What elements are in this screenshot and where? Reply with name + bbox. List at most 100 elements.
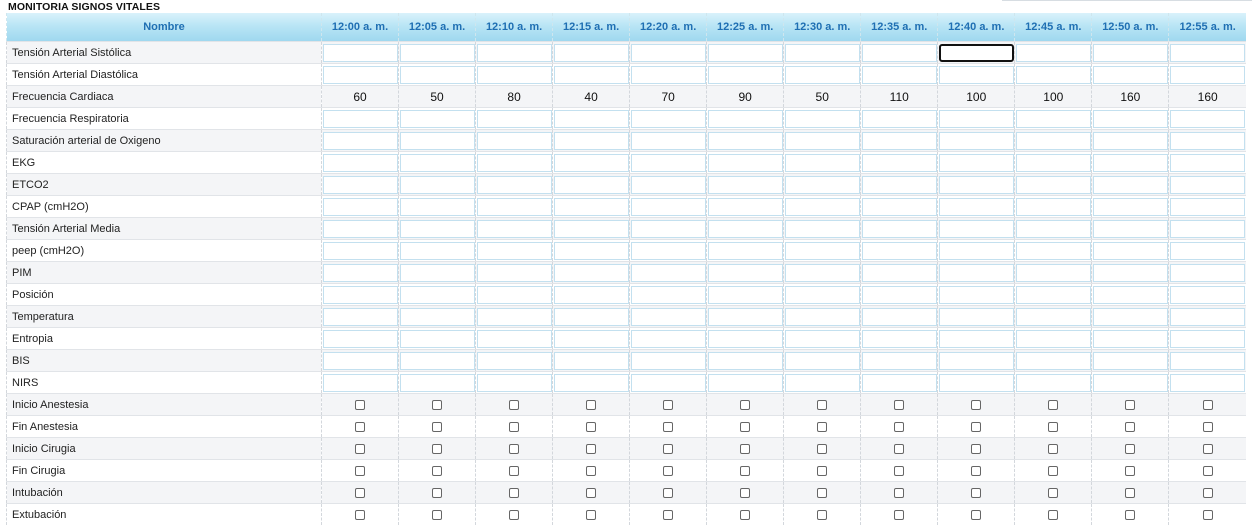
event-checkbox[interactable]: [509, 400, 519, 410]
event-checkbox[interactable]: [509, 510, 519, 520]
vital-input-field[interactable]: [939, 286, 1014, 304]
event-checkbox[interactable]: [663, 400, 673, 410]
event-checkbox[interactable]: [817, 510, 827, 520]
vital-input-field[interactable]: [400, 66, 475, 84]
event-checkbox[interactable]: [740, 488, 750, 498]
vital-input-field[interactable]: [862, 132, 937, 150]
event-checkbox[interactable]: [586, 400, 596, 410]
vital-input-field[interactable]: [1170, 286, 1245, 304]
vital-input-field[interactable]: [785, 66, 860, 84]
event-checkbox[interactable]: [1125, 488, 1135, 498]
event-checkbox[interactable]: [586, 444, 596, 454]
event-checkbox[interactable]: [1048, 510, 1058, 520]
vital-input-field[interactable]: [554, 198, 629, 216]
event-checkbox[interactable]: [1125, 466, 1135, 476]
vital-input-field[interactable]: [1170, 220, 1245, 238]
vital-input-field[interactable]: [1170, 242, 1245, 260]
vital-input-field[interactable]: [939, 110, 1014, 128]
vital-input-field[interactable]: [554, 242, 629, 260]
event-checkbox[interactable]: [1048, 444, 1058, 454]
vital-input-field[interactable]: [939, 44, 1014, 62]
event-checkbox[interactable]: [894, 400, 904, 410]
vital-input-field[interactable]: [862, 242, 937, 260]
vital-value[interactable]: 80: [476, 90, 552, 104]
vital-input-field[interactable]: [1016, 330, 1091, 348]
vital-input-field[interactable]: [631, 352, 706, 370]
vital-input-field[interactable]: [1093, 66, 1168, 84]
vital-input-field[interactable]: [862, 264, 937, 282]
event-checkbox[interactable]: [1203, 444, 1213, 454]
vital-input-field[interactable]: [1016, 242, 1091, 260]
vital-input-field[interactable]: [785, 110, 860, 128]
event-checkbox[interactable]: [663, 422, 673, 432]
vital-value[interactable]: 60: [322, 90, 398, 104]
vital-input-field[interactable]: [400, 330, 475, 348]
vital-input-field[interactable]: [785, 308, 860, 326]
event-checkbox[interactable]: [432, 510, 442, 520]
vital-input-field[interactable]: [1093, 330, 1168, 348]
vital-input-field[interactable]: [554, 110, 629, 128]
vital-input-field[interactable]: [631, 286, 706, 304]
vital-input-field[interactable]: [477, 286, 552, 304]
vital-input-field[interactable]: [631, 176, 706, 194]
vital-input-field[interactable]: [708, 352, 783, 370]
vital-input-field[interactable]: [1093, 374, 1168, 392]
vital-input-field[interactable]: [554, 44, 629, 62]
vital-input-field[interactable]: [862, 374, 937, 392]
event-checkbox[interactable]: [1203, 400, 1213, 410]
event-checkbox[interactable]: [355, 444, 365, 454]
vital-input-field[interactable]: [1016, 308, 1091, 326]
vital-input-field[interactable]: [939, 308, 1014, 326]
vital-input-field[interactable]: [631, 66, 706, 84]
vital-input-field[interactable]: [554, 220, 629, 238]
event-checkbox[interactable]: [894, 466, 904, 476]
vital-input-field[interactable]: [477, 308, 552, 326]
vital-input-field[interactable]: [477, 352, 552, 370]
vital-input-field[interactable]: [477, 264, 552, 282]
event-checkbox[interactable]: [432, 400, 442, 410]
vital-input-field[interactable]: [477, 176, 552, 194]
vital-input-field[interactable]: [862, 66, 937, 84]
vital-input-field[interactable]: [554, 176, 629, 194]
vital-input-field[interactable]: [631, 374, 706, 392]
event-checkbox[interactable]: [817, 488, 827, 498]
vital-input-field[interactable]: [862, 154, 937, 172]
vital-input-field[interactable]: [400, 352, 475, 370]
vital-input-field[interactable]: [477, 242, 552, 260]
vital-input-field[interactable]: [708, 44, 783, 62]
vital-input-field[interactable]: [1093, 132, 1168, 150]
vital-input-field[interactable]: [785, 176, 860, 194]
event-checkbox[interactable]: [971, 444, 981, 454]
vital-input-field[interactable]: [1016, 264, 1091, 282]
vital-input-field[interactable]: [400, 308, 475, 326]
vital-input-field[interactable]: [1093, 242, 1168, 260]
vital-input-field[interactable]: [708, 330, 783, 348]
event-checkbox[interactable]: [663, 444, 673, 454]
vital-input-field[interactable]: [631, 242, 706, 260]
vital-input-field[interactable]: [554, 66, 629, 84]
event-checkbox[interactable]: [817, 466, 827, 476]
vital-input-field[interactable]: [554, 264, 629, 282]
vital-input-field[interactable]: [862, 44, 937, 62]
event-checkbox[interactable]: [586, 488, 596, 498]
vital-input-field[interactable]: [1093, 154, 1168, 172]
vital-input-field[interactable]: [939, 352, 1014, 370]
vital-input-field[interactable]: [554, 330, 629, 348]
vital-input-field[interactable]: [785, 264, 860, 282]
vital-input-field[interactable]: [477, 44, 552, 62]
vital-input-field[interactable]: [708, 264, 783, 282]
vital-input-field[interactable]: [1170, 330, 1245, 348]
vital-input-field[interactable]: [400, 198, 475, 216]
vital-input-field[interactable]: [1093, 352, 1168, 370]
vital-input-field[interactable]: [1093, 110, 1168, 128]
vital-input-field[interactable]: [1170, 198, 1245, 216]
event-checkbox[interactable]: [740, 466, 750, 476]
event-checkbox[interactable]: [971, 466, 981, 476]
event-checkbox[interactable]: [1125, 510, 1135, 520]
event-checkbox[interactable]: [817, 400, 827, 410]
vital-input-field[interactable]: [862, 330, 937, 348]
vital-input-field[interactable]: [323, 286, 398, 304]
vital-value[interactable]: 50: [399, 90, 475, 104]
vital-input-field[interactable]: [862, 308, 937, 326]
event-checkbox[interactable]: [894, 422, 904, 432]
